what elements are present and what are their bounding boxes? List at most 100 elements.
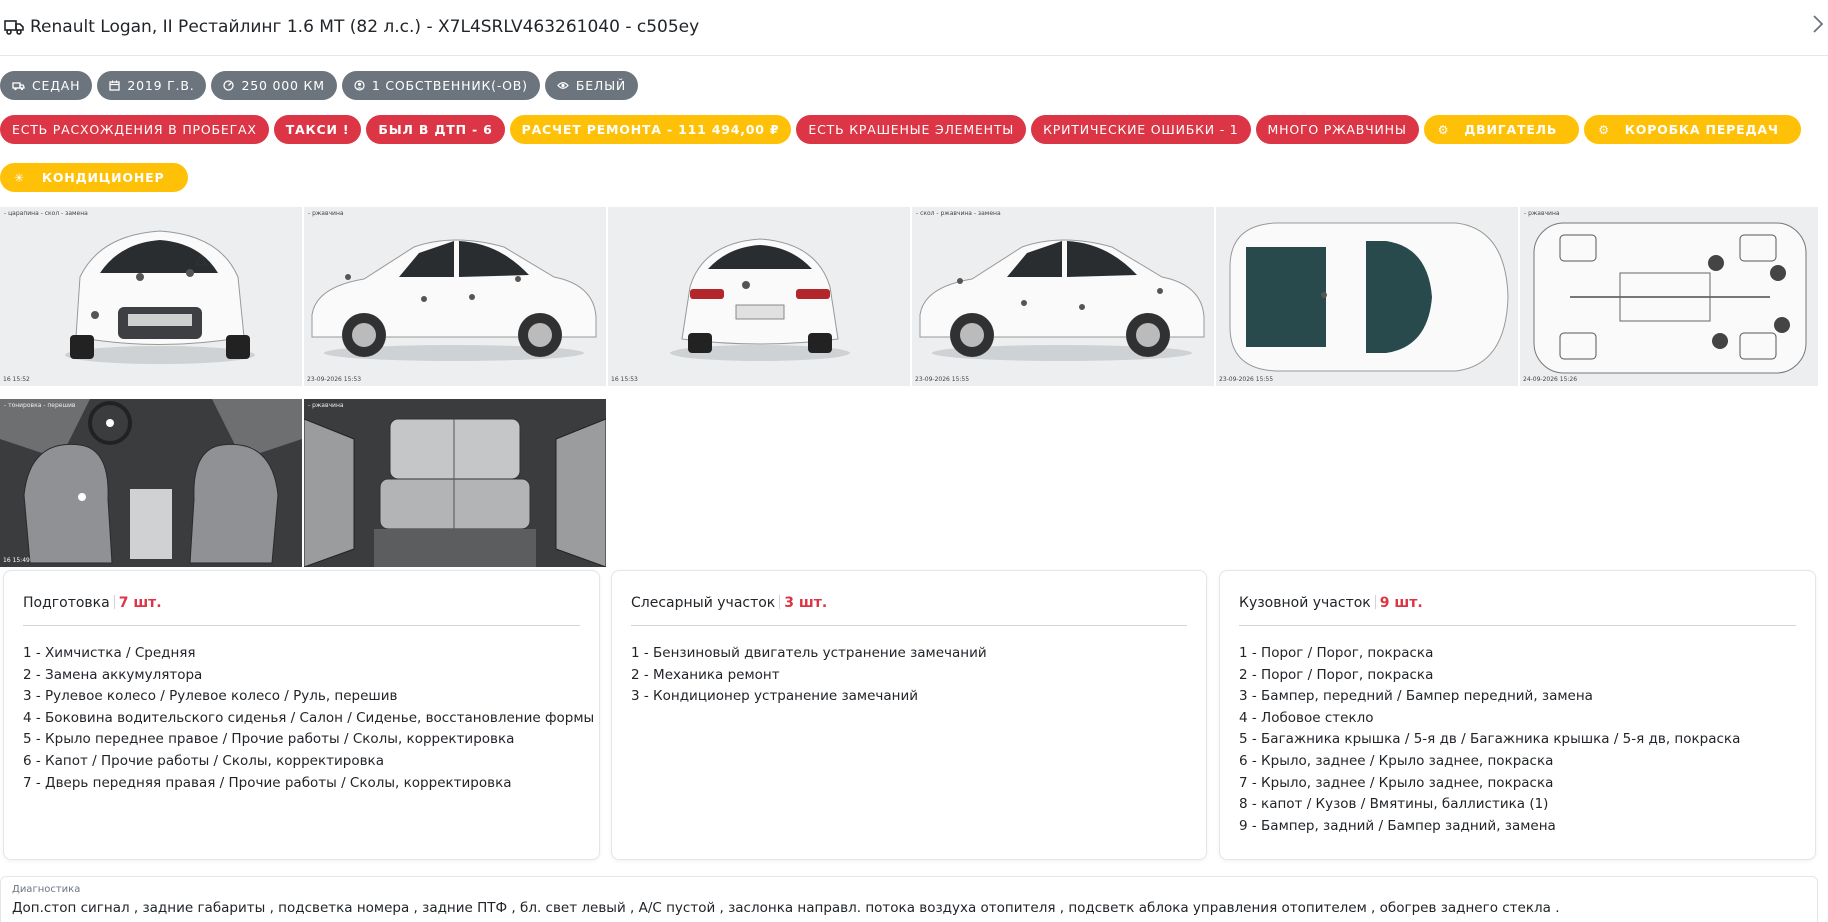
info-chips: Седан 2019 г.в. 250 000 км 1 собственник… [0,71,639,100]
photo-timestamp: 16 15:52 [3,376,30,383]
interior-rear-diagram [304,399,606,567]
list-item: 1 - Химчистка / Средняя [23,645,196,661]
mileage-label: 250 000 км [241,78,325,93]
list-item: 9 - Бампер, задний / Бампер задний, заме… [1239,817,1556,834]
photo-top[interactable]: 23-09-2026 15:55 [1216,207,1518,386]
body-type-chip[interactable]: Седан [0,71,93,100]
ac-label: Кондиционер [41,170,165,185]
card-list: 1 - Химчистка / Средняя 2 - Замена аккум… [23,643,594,794]
owners-label: 1 собственник(-ов) [371,78,528,93]
list-item: 6 - Капот / Прочие работы / Сколы, корре… [23,752,384,769]
taxi-chip[interactable]: Такси ! [273,115,362,144]
engine-chip[interactable]: ⚙ Двигатель [1423,115,1580,144]
photo-timestamp: 23-09-2026 15:55 [915,376,970,383]
card-header: Слесарный участок 3 шт. [631,595,827,611]
preparation-card: Подготовка 7 шт. 1 - Химчистка / Средняя … [3,570,600,860]
warning-chips: Есть расхождения в пробегах Такси ! Был … [0,115,1801,144]
gearbox-label: Коробка передач [1624,122,1779,137]
card-list: 1 - Порог / Порог, покраска 2 - Порог / … [1239,643,1740,837]
list-item: 4 - Лобовое стекло [1239,709,1374,726]
speedometer-icon [223,80,235,91]
photo-right-side[interactable]: - ржавчина 23-09-2026 15:53 [304,207,606,386]
card-list: 1 - Бензиновый двигатель устранение заме… [631,643,987,708]
list-item: 1 - Бензиновый двигатель устранение заме… [631,645,987,661]
card-title: Слесарный участок [631,595,776,611]
mileage-mismatch-label: Есть расхождения в пробегах [12,122,257,137]
color-label: Белый [575,78,627,93]
critical-errors-label: Критические ошибки - 1 [1043,122,1239,137]
car-side-diagram [912,207,1214,386]
accident-label: Был в ДТП - 6 [378,122,493,137]
list-item: 5 - Крыло переднее правое / Прочие работ… [23,731,515,748]
photo-timestamp: 23-09-2026 15:55 [1219,376,1274,383]
color-chip[interactable]: Белый [544,71,639,100]
owners-chip[interactable]: 1 собственник(-ов) [341,71,540,100]
mileage-chip[interactable]: 250 000 км [211,71,337,100]
car-side-diagram [304,207,606,386]
photo-front[interactable]: - царапина - скол - замена 16 15:52 [0,207,302,386]
car-top-diagram [1216,207,1518,386]
card-count: 3 шт. [784,595,828,611]
page-title: Renault Logan, II Рестайлинг 1.6 MT (82 … [30,17,700,37]
card-count: 9 шт. [1379,595,1423,611]
divider [1239,625,1796,626]
truck-icon [4,20,24,35]
divider [113,595,115,609]
accident-chip[interactable]: Был в ДТП - 6 [366,115,505,144]
list-item: 8 - капот / Кузов / Вмятины, баллистика … [1239,796,1549,813]
car-front-diagram [0,207,302,386]
list-item: 3 - Кондиционер устранение замечаний [631,688,919,705]
card-count: 7 шт. [118,595,162,611]
list-item: 6 - Крыло, заднее / Крыло заднее, покрас… [1239,752,1554,769]
page-header: Renault Logan, II Рестайлинг 1.6 MT (82 … [0,0,1828,56]
photo-rear[interactable]: 16 15:53 [608,207,910,386]
gearbox-icon: ⚙ [1598,122,1610,137]
mileage-mismatch-chip[interactable]: Есть расхождения в пробегах [0,115,269,144]
card-title: Кузовной участок [1239,595,1371,611]
photo-legend: - скол - ржавчина - замена [916,210,1001,217]
car-rear-diagram [608,207,910,386]
painted-elements-chip[interactable]: Есть крашеные элементы [796,115,1027,144]
car-icon [12,81,25,90]
ac-chip[interactable]: ✳ Кондиционер [0,163,189,192]
photo-timestamp: 16 15:53 [611,376,638,383]
photo-timestamp: 23-09-2026 15:53 [307,376,362,383]
card-title: Подготовка [23,595,110,611]
card-header: Подготовка 7 шт. [23,595,162,611]
diagnostics-label: Диагностика [12,884,81,895]
gearbox-chip[interactable]: ⚙ Коробка передач [1584,115,1801,144]
divider [631,625,1187,626]
list-item: 2 - Порог / Порог, покраска [1239,666,1434,683]
list-item: 7 - Крыло, заднее / Крыло заднее, покрас… [1239,774,1554,791]
diagnostics-panel: Диагностика Доп.стоп сигнал , задние габ… [0,876,1818,922]
critical-errors-chip[interactable]: Критические ошибки - 1 [1031,115,1251,144]
photo-interior-front[interactable]: - тонировка - перешив 16 15:49 [0,399,302,567]
painted-elements-label: Есть крашеные элементы [808,122,1015,137]
photo-timestamp: 16 15:49 [3,557,30,564]
year-label: 2019 г.в. [127,78,195,93]
rust-chip[interactable]: Много ржавчины [1255,115,1419,144]
year-chip[interactable]: 2019 г.в. [97,71,207,100]
calendar-icon [109,80,120,91]
card-header: Кузовной участок 9 шт. [1239,595,1423,611]
photo-left-side[interactable]: - скол - ржавчина - замена 23-09-2026 15… [912,207,1214,386]
list-item: 3 - Бампер, передний / Бампер передний, … [1239,688,1593,705]
list-item: 3 - Рулевое колесо / Рулевое колесо / Ру… [23,688,398,705]
snowflake-icon: ✳ [14,170,25,185]
user-circle-icon [354,80,365,91]
photo-timestamp: 24-09-2026 15:26 [1523,376,1578,383]
repair-estimate-label: Расчет ремонта - 111 494,00 ₽ [521,122,780,137]
photo-interior-rear[interactable]: - ржавчина [304,399,606,567]
photo-legend: - царапина - скол - замена [4,210,88,217]
divider [23,625,580,626]
body-shop-card: Кузовной участок 9 шт. 1 - Порог / Порог,… [1219,570,1816,860]
list-item: 2 - Замена аккумулятора [23,666,203,683]
repair-estimate-chip[interactable]: Расчет ремонта - 111 494,00 ₽ [509,115,792,144]
interior-front-diagram [0,399,302,567]
chevron-right-icon[interactable] [1812,14,1824,34]
photo-underbody[interactable]: - ржавчина 24-09-2026 15:26 [1520,207,1818,386]
diagnostics-text: Доп.стоп сигнал , задние габариты , подс… [12,900,1560,916]
photo-legend: - ржавчина [308,402,344,409]
engine-icon: ⚙ [1437,122,1450,137]
divider [779,595,781,609]
